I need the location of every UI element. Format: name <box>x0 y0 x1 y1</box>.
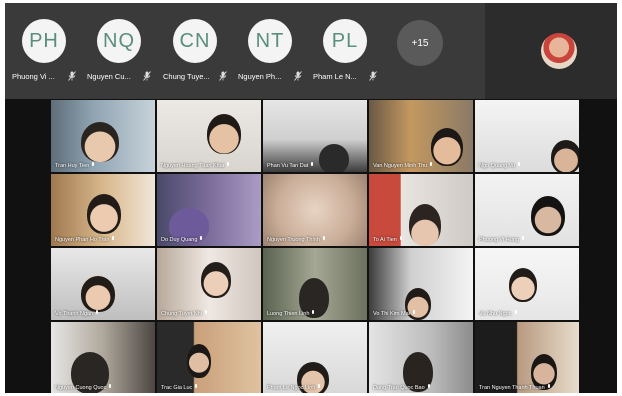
video-tile[interactable]: Pham Le Ngoc Linh <box>263 322 367 393</box>
participant-tile[interactable]: PL Pham Le N... <box>309 3 381 99</box>
video-tile[interactable]: Vo Thi Kim Mai <box>369 248 473 320</box>
mic-muted-icon <box>227 162 229 166</box>
participant-label: Van Nguyen Minh Thu <box>373 162 433 169</box>
participant-label: To Ai Tien <box>373 236 403 243</box>
participant-label: Trac Gia Luc <box>161 384 198 391</box>
participant-label: Pham Le Ngoc Linh <box>267 384 321 391</box>
participant-name: Pham Le N... <box>313 72 357 81</box>
video-tile[interactable]: Dang Tran Quoc Bao <box>369 322 473 393</box>
participant-label: Do Duy Quang <box>161 236 203 243</box>
mic-muted-icon <box>96 310 99 314</box>
video-tile[interactable]: Nguyen Cuong Quoc <box>51 322 155 393</box>
participant-name: Phuong Vi ... <box>12 72 55 81</box>
participant-label: Tran Huy Tien <box>55 162 95 169</box>
participant-label: Nguyen Cuong Quoc <box>55 384 112 391</box>
mic-muted-icon <box>318 384 321 388</box>
participant-label: Phuong Vi Hung <box>479 236 525 243</box>
participant-label: Vo Thanh Ngan <box>55 310 99 317</box>
video-grid: Tran Huy Tien Nguyen Hoang Tuan Khai Pha… <box>51 100 581 393</box>
video-tile[interactable]: Do Duy Quang <box>157 174 261 246</box>
mic-muted-icon <box>219 71 227 81</box>
video-tile[interactable]: Tran Huy Tien <box>51 100 155 172</box>
video-tile[interactable]: Vu Nhu Ngoc <box>475 248 579 320</box>
video-tile[interactable]: Luong Thien Linh <box>263 248 367 320</box>
participant-label: Ngo Quang Vu <box>479 162 521 169</box>
mic-muted-icon <box>518 162 521 166</box>
mic-muted-icon <box>204 310 207 314</box>
mic-muted-icon <box>514 310 517 314</box>
avatar: NT <box>248 19 292 63</box>
avatar: CN <box>173 19 217 63</box>
video-tile[interactable]: Phuong Vi Hung <box>475 174 579 246</box>
video-tile[interactable]: Phan Vu Tan Dat <box>263 100 367 172</box>
mic-muted-icon <box>195 384 198 388</box>
mic-muted-icon <box>200 236 203 240</box>
video-tile[interactable]: Van Nguyen Minh Thu <box>369 100 473 172</box>
mic-muted-icon <box>322 236 325 240</box>
avatar: PL <box>323 19 367 63</box>
mic-muted-icon <box>369 71 377 81</box>
mic-muted-icon <box>143 71 151 81</box>
participant-name: Chung Tuye... <box>163 72 210 81</box>
participant-label: Vu Nhu Ngoc <box>479 310 518 317</box>
participant-label: Tran Nguyen Thanh Thuan <box>479 384 551 391</box>
mic-muted-icon <box>294 71 302 81</box>
mic-muted-icon <box>312 310 315 314</box>
participant-label: Dang Tran Quoc Bao <box>373 384 431 391</box>
video-tile[interactable]: Nguyen Truong Thinh <box>263 174 367 246</box>
participant-label: Nguyen Phan Ho Tran <box>55 236 115 243</box>
participant-tile[interactable]: NT Nguyen Ph... <box>234 3 306 99</box>
self-avatar <box>541 33 577 69</box>
mic-muted-icon <box>109 384 112 388</box>
mic-muted-icon <box>547 384 550 388</box>
participant-label: Nguyen Truong Thinh <box>267 236 326 243</box>
video-tile[interactable]: Ngo Quang Vu <box>475 100 579 172</box>
mic-muted-icon <box>430 162 433 166</box>
video-call-window: PH Phuong Vi ... NQ Nguyen Cu... CN Chun… <box>5 3 617 393</box>
mic-muted-icon <box>68 71 76 81</box>
mic-muted-icon <box>427 384 430 388</box>
mic-muted-icon <box>311 162 314 166</box>
participant-label: Luong Thien Linh <box>267 310 315 317</box>
avatar: PH <box>22 19 66 63</box>
participant-name: Nguyen Ph... <box>238 72 282 81</box>
video-tile[interactable]: Vo Thanh Ngan <box>51 248 155 320</box>
mic-muted-icon <box>399 236 402 240</box>
video-tile[interactable]: To Ai Tien <box>369 174 473 246</box>
video-tile[interactable]: Trac Gia Luc <box>157 322 261 393</box>
mic-muted-icon <box>412 310 415 314</box>
mic-muted-icon <box>112 236 115 240</box>
participant-tile[interactable]: PH Phuong Vi ... <box>8 3 80 99</box>
participant-label: Vo Thi Kim Mai <box>373 310 416 317</box>
participant-strip: PH Phuong Vi ... NQ Nguyen Cu... CN Chun… <box>5 3 617 99</box>
video-tile[interactable]: Chung Tuyet Nhi <box>157 248 261 320</box>
participant-name: Nguyen Cu... <box>87 72 131 81</box>
more-participants-button[interactable]: +15 <box>397 20 443 66</box>
mic-muted-icon <box>92 162 95 166</box>
participant-tile[interactable]: CN Chung Tuye... <box>159 3 231 99</box>
video-tile[interactable]: Tran Nguyen Thanh Thuan <box>475 322 579 393</box>
participant-label: Phan Vu Tan Dat <box>267 162 314 169</box>
participant-label: Nguyen Hoang Tuan Khai <box>161 162 230 169</box>
mic-muted-icon <box>521 236 524 240</box>
video-tile[interactable]: Nguyen Phan Ho Tran <box>51 174 155 246</box>
participant-label: Chung Tuyet Nhi <box>161 310 208 317</box>
participant-tile[interactable]: NQ Nguyen Cu... <box>83 3 155 99</box>
video-tile[interactable]: Nguyen Hoang Tuan Khai <box>157 100 261 172</box>
avatar: NQ <box>97 19 141 63</box>
